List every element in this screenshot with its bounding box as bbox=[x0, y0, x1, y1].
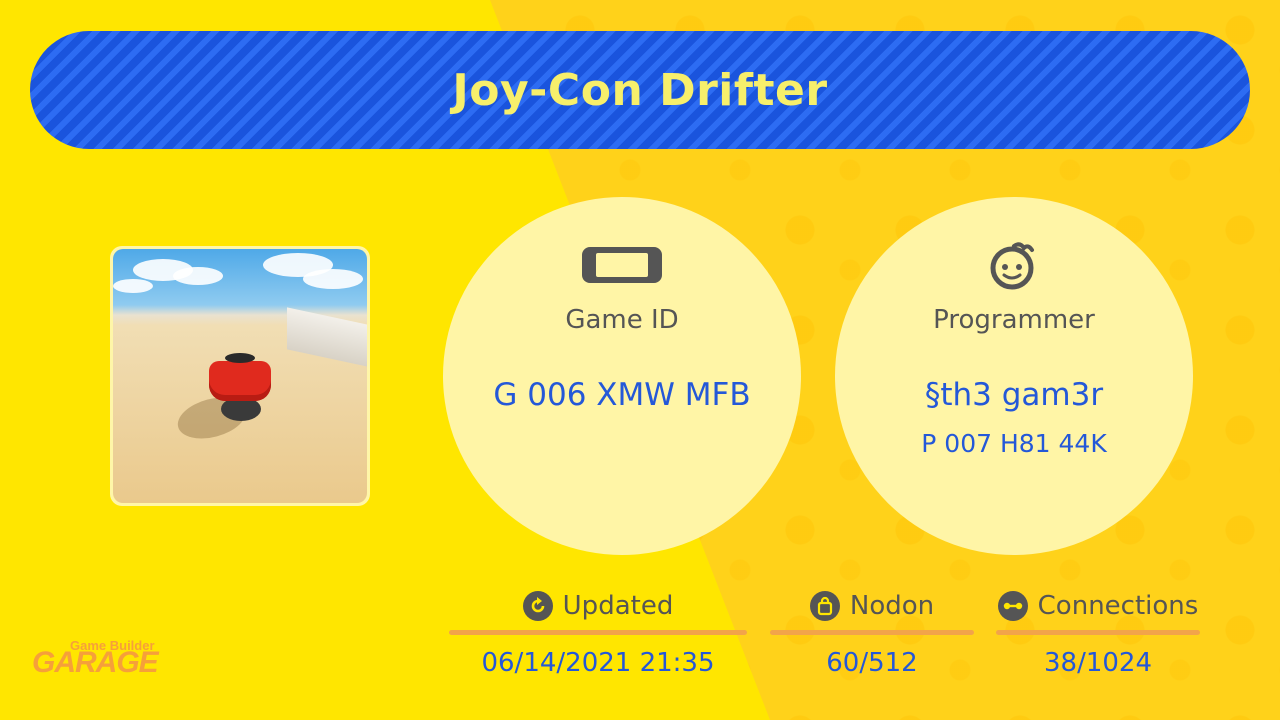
joycon-controller bbox=[209, 361, 271, 401]
game-id-label: Game ID bbox=[565, 305, 679, 335]
wall bbox=[287, 307, 367, 369]
face-icon bbox=[835, 242, 1193, 290]
nodon-value: 60/512 bbox=[826, 648, 918, 678]
cloud bbox=[173, 267, 223, 285]
programmer-card: Programmer §th3 gam3r P 007 H81 44K bbox=[835, 197, 1193, 555]
programmer-label: Programmer bbox=[933, 305, 1095, 335]
nodon-label: Nodon bbox=[849, 591, 935, 621]
programmer-id: P 007 H81 44K bbox=[921, 429, 1107, 458]
connections-label: Connections bbox=[1037, 591, 1199, 621]
game-id-card: Game ID G 006 XMW MFB bbox=[443, 197, 801, 555]
game-builder-garage-logo: Game Builder GARAGE bbox=[30, 634, 170, 684]
switch-console-icon bbox=[443, 243, 801, 287]
updated-value: 06/14/2021 21:35 bbox=[481, 648, 715, 678]
cloud bbox=[113, 279, 153, 293]
cloud bbox=[303, 269, 363, 289]
updated-divider bbox=[449, 630, 747, 635]
connections-divider bbox=[996, 630, 1200, 635]
thumbnail-image bbox=[113, 249, 367, 503]
game-thumbnail bbox=[110, 246, 370, 506]
updated-label: Updated bbox=[562, 591, 674, 621]
bag-icon bbox=[809, 591, 840, 621]
title-banner: Joy-Con Drifter bbox=[30, 31, 1250, 149]
game-id-value: G 006 XMW MFB bbox=[493, 377, 751, 413]
logo-big-text: GARAGE bbox=[32, 646, 159, 679]
connections-value: 38/1024 bbox=[1043, 648, 1152, 678]
nodon-divider bbox=[770, 630, 974, 635]
updated-stat: Updated 06/14/2021 21:35 bbox=[449, 588, 747, 688]
connections-stat: Connections 38/1024 bbox=[996, 588, 1200, 688]
connection-icon bbox=[997, 591, 1028, 621]
controller-stick bbox=[225, 353, 255, 363]
programmer-name: §th3 gam3r bbox=[924, 377, 1104, 413]
refresh-icon bbox=[522, 591, 553, 621]
nodon-stat: Nodon 60/512 bbox=[770, 588, 974, 688]
game-title: Joy-Con Drifter bbox=[452, 64, 828, 116]
